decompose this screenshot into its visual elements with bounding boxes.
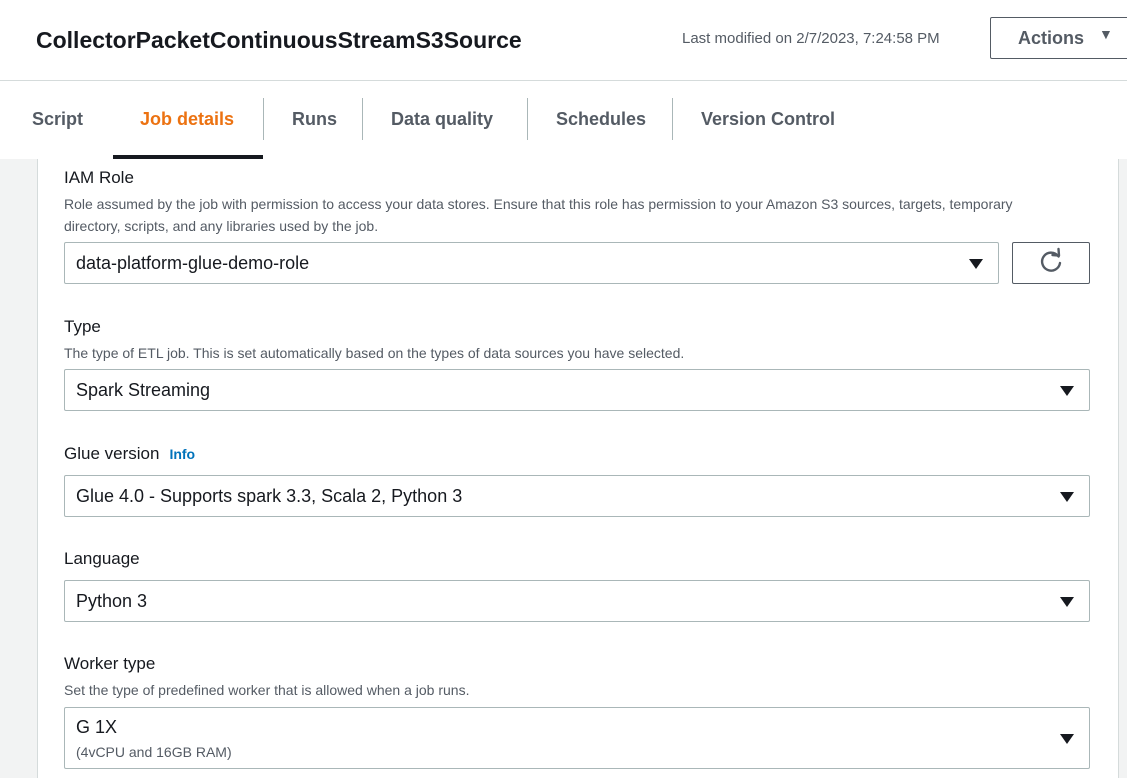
refresh-icon <box>1040 247 1062 272</box>
caret-down-icon <box>1060 492 1074 502</box>
language-label: Language <box>64 549 140 568</box>
caret-down-icon <box>1060 597 1074 607</box>
tab-version-control[interactable]: Version Control <box>701 81 835 158</box>
worker-type-subtext: (4vCPU and 16GB RAM) <box>76 744 232 760</box>
actions-button[interactable]: Actions ▼ <box>990 17 1127 59</box>
worker-type-description: Set the type of predefined worker that i… <box>64 682 470 698</box>
type-select[interactable]: Spark Streaming <box>64 369 1090 411</box>
type-label: Type <box>64 317 101 336</box>
caret-down-icon <box>1060 734 1074 744</box>
worker-type-value: G 1X <box>76 717 118 737</box>
iam-role-description: Role assumed by the job with permission … <box>64 196 1013 234</box>
tab-divider <box>672 98 673 140</box>
type-description: The type of ETL job. This is set automat… <box>64 345 685 361</box>
type-value: Spark Streaming <box>76 380 211 400</box>
worker-type-select[interactable]: G 1X (4vCPU and 16GB RAM) <box>64 707 1090 769</box>
iam-role-select[interactable]: data-platform-glue-demo-role <box>64 242 999 284</box>
caret-down-icon <box>1060 386 1074 396</box>
glue-version-info-link[interactable]: Info <box>169 446 195 462</box>
glue-version-select[interactable]: Glue 4.0 - Supports spark 3.3, Scala 2, … <box>64 475 1090 517</box>
tab-divider <box>263 98 264 140</box>
worker-type-label: Worker type <box>64 654 156 673</box>
actions-button-label: Actions <box>1018 28 1085 48</box>
page-header: CollectorPacketContinuousStreamS3Source … <box>0 0 1127 81</box>
caret-down-icon <box>969 259 983 269</box>
scrollbar[interactable] <box>1119 159 1127 778</box>
tab-runs[interactable]: Runs <box>292 81 337 158</box>
tab-divider <box>362 98 363 140</box>
tab-schedules[interactable]: Schedules <box>556 81 646 158</box>
tab-bar: Script Job details Runs Data quality Sch… <box>0 81 1127 160</box>
caret-down-icon: ▼ <box>1099 26 1113 42</box>
glue-version-label: Glue version Info <box>64 444 195 464</box>
last-modified-text: Last modified on 2/7/2023, 7:24:58 PM <box>682 30 940 47</box>
tab-script[interactable]: Script <box>32 81 83 158</box>
language-value: Python 3 <box>76 591 148 611</box>
iam-role-value: data-platform-glue-demo-role <box>76 253 310 273</box>
refresh-button[interactable] <box>1012 242 1090 284</box>
tab-job-details[interactable]: Job details <box>140 81 234 158</box>
tab-data-quality[interactable]: Data quality <box>391 81 493 158</box>
glue-version-value: Glue 4.0 - Supports spark 3.3, Scala 2, … <box>76 486 463 506</box>
job-title: CollectorPacketContinuousStreamS3Source <box>36 27 522 53</box>
iam-role-label: IAM Role <box>64 168 134 187</box>
glue-version-label-text: Glue version <box>64 444 160 463</box>
language-select[interactable]: Python 3 <box>64 580 1090 622</box>
tab-divider <box>527 98 528 140</box>
